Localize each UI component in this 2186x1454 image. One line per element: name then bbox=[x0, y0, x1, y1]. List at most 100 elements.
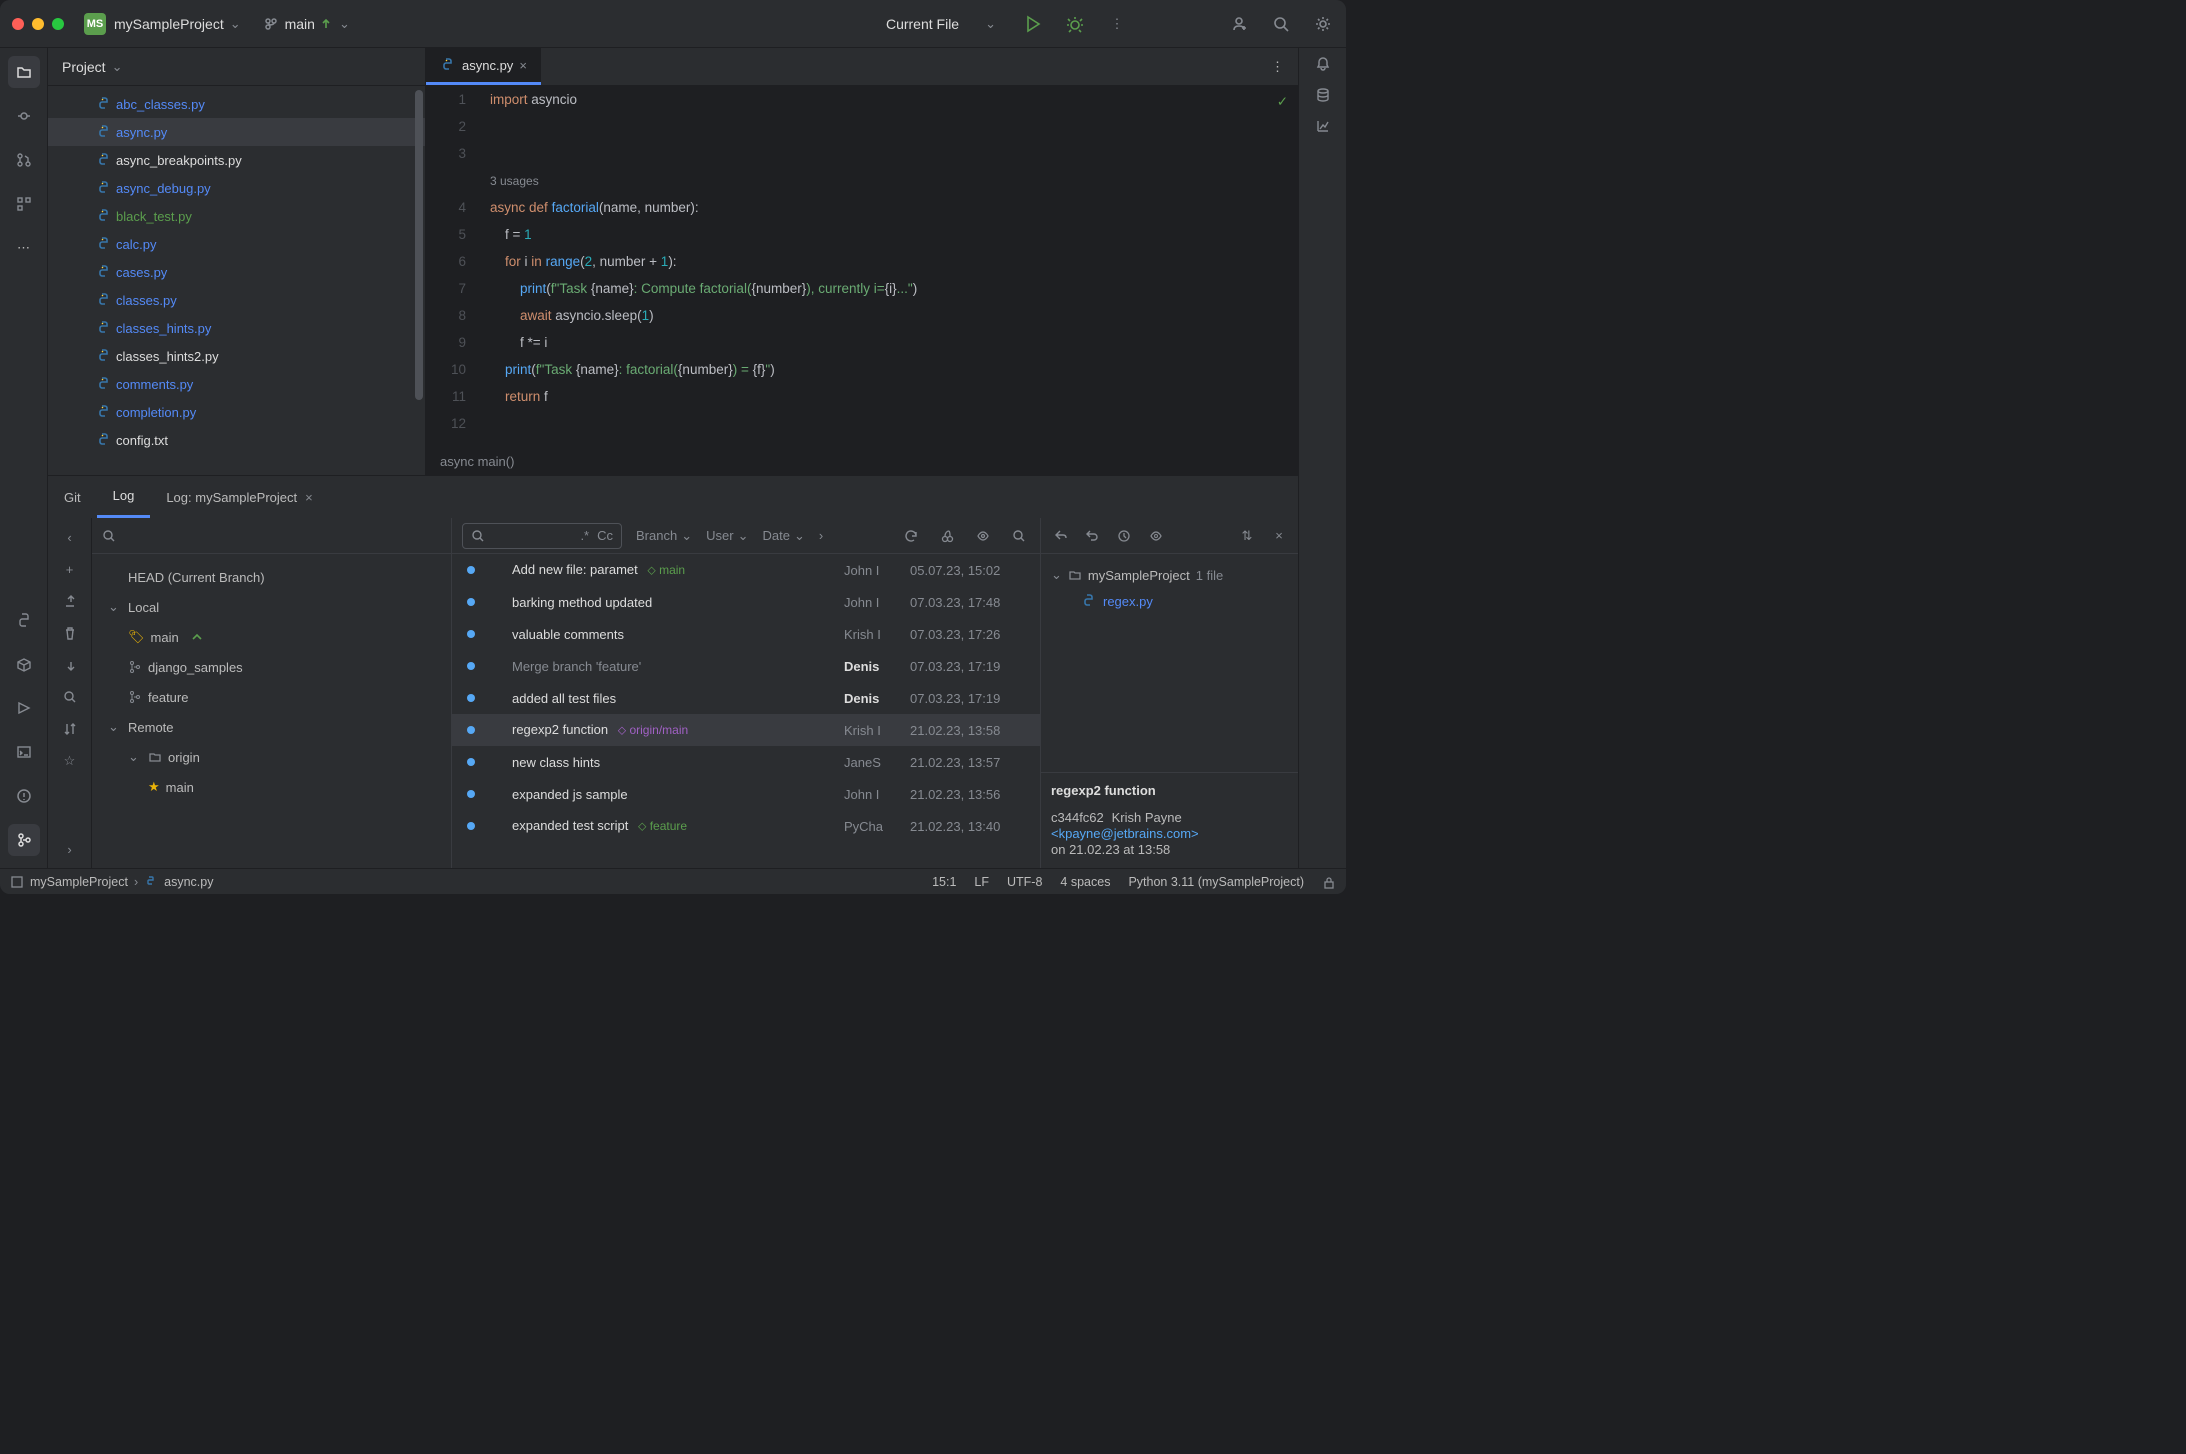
push-arrow-icon[interactable] bbox=[319, 17, 333, 31]
statusbar-file[interactable]: async.py bbox=[164, 875, 213, 889]
problems-tool-button[interactable] bbox=[8, 780, 40, 812]
editor-tab-async[interactable]: async.py × bbox=[426, 48, 541, 85]
structure-tool-button[interactable] bbox=[8, 188, 40, 220]
branch-search-icon[interactable] bbox=[102, 529, 116, 543]
close-tab-icon[interactable]: × bbox=[519, 58, 527, 73]
case-toggle[interactable]: Cc bbox=[597, 528, 613, 543]
window-close[interactable] bbox=[12, 18, 24, 30]
git-compare-icon[interactable] bbox=[59, 718, 81, 740]
user-filter[interactable]: User ⌄ bbox=[706, 528, 748, 544]
python-console-button[interactable] bbox=[8, 604, 40, 636]
commit-row[interactable]: regexp2 function ⬦ origin/main Krish I 2… bbox=[452, 714, 1040, 746]
tree-item[interactable]: classes_hints.py bbox=[48, 314, 425, 342]
git-tool-button[interactable] bbox=[8, 824, 40, 856]
revert-icon[interactable] bbox=[1081, 525, 1103, 547]
project-scrollbar[interactable] bbox=[415, 90, 423, 400]
commit-row[interactable]: valuable comments Krish I 07.03.23, 17:2… bbox=[452, 618, 1040, 650]
remote-main-branch[interactable]: ★main bbox=[92, 772, 451, 802]
commit-log-list[interactable]: Add new file: paramet ⬦ main John I 05.0… bbox=[452, 554, 1040, 868]
history-icon[interactable] bbox=[1113, 525, 1135, 547]
inspection-ok-icon[interactable]: ✓ bbox=[1277, 94, 1288, 110]
tree-item[interactable]: classes_hints2.py bbox=[48, 342, 425, 370]
window-maximize[interactable] bbox=[52, 18, 64, 30]
tree-item[interactable]: completion.py bbox=[48, 398, 425, 426]
caret-position[interactable]: 15:1 bbox=[932, 875, 956, 889]
project-chevron-icon[interactable]: ⌄ bbox=[230, 16, 241, 32]
services-tool-button[interactable] bbox=[8, 692, 40, 724]
remote-origin[interactable]: ⌄ origin bbox=[92, 742, 451, 772]
editor-breadcrumb[interactable]: async main() bbox=[426, 447, 1298, 475]
commit-row[interactable]: expanded test script ⬦ feature PyCha 21.… bbox=[452, 810, 1040, 842]
git-fetch-icon[interactable] bbox=[59, 654, 81, 676]
commit-row[interactable]: added all test files Denis 07.03.23, 17:… bbox=[452, 682, 1040, 714]
cherry-pick-icon[interactable] bbox=[936, 525, 958, 547]
remote-branches-group[interactable]: ⌄Remote bbox=[92, 712, 451, 742]
lock-icon[interactable] bbox=[1322, 875, 1336, 889]
commit-tool-button[interactable] bbox=[8, 100, 40, 132]
project-name[interactable]: mySampleProject bbox=[114, 16, 224, 32]
branch-name[interactable]: main bbox=[285, 16, 315, 32]
window-minimize[interactable] bbox=[32, 18, 44, 30]
code-with-me-icon[interactable] bbox=[1228, 13, 1250, 35]
notifications-button[interactable] bbox=[1315, 56, 1331, 75]
head-branch-item[interactable]: HEAD (Current Branch) bbox=[92, 562, 451, 592]
tree-item[interactable]: comments.py bbox=[48, 370, 425, 398]
preview-diff-icon[interactable] bbox=[1145, 525, 1167, 547]
git-find-icon[interactable] bbox=[59, 686, 81, 708]
sciview-tool-button[interactable] bbox=[1315, 118, 1331, 137]
expand-all-icon[interactable]: ⇅ bbox=[1236, 525, 1258, 547]
git-favorite-icon[interactable]: ☆ bbox=[59, 750, 81, 772]
commit-row[interactable]: Add new file: paramet ⬦ main John I 05.0… bbox=[452, 554, 1040, 586]
commit-row[interactable]: barking method updated John I 07.03.23, … bbox=[452, 586, 1040, 618]
statusbar-project[interactable]: mySampleProject bbox=[30, 875, 128, 889]
settings-icon[interactable] bbox=[1312, 13, 1334, 35]
editor-body[interactable]: 123456789101112 import asyncio 3 usages … bbox=[426, 86, 1298, 447]
tree-item[interactable]: abc_classes.py bbox=[48, 90, 425, 118]
editor-tabs-more-icon[interactable]: ⋮ bbox=[1257, 48, 1298, 85]
database-tool-button[interactable] bbox=[1315, 87, 1331, 106]
search-everywhere-icon[interactable] bbox=[1270, 13, 1292, 35]
project-view-chevron-icon[interactable]: ⌄ bbox=[112, 59, 123, 75]
branch-feature[interactable]: feature bbox=[92, 682, 451, 712]
local-branches-group[interactable]: ⌄Local bbox=[92, 592, 451, 622]
run-config-chevron-icon[interactable]: ⌄ bbox=[985, 16, 996, 32]
log-search-input[interactable]: .* Cc bbox=[462, 523, 622, 549]
commit-row[interactable]: Merge branch 'feature' Denis 07.03.23, 1… bbox=[452, 650, 1040, 682]
tree-item[interactable]: classes.py bbox=[48, 286, 425, 314]
usages-hint[interactable]: 3 usages bbox=[490, 174, 539, 188]
commit-row[interactable]: expanded js sample John I 21.02.23, 13:5… bbox=[452, 778, 1040, 810]
project-tree[interactable]: abc_classes.pyasync.pyasync_breakpoints.… bbox=[48, 86, 425, 475]
detail-file-row[interactable]: regex.py bbox=[1051, 588, 1288, 614]
refresh-log-icon[interactable] bbox=[900, 525, 922, 547]
branch-main[interactable]: 🏷main bbox=[92, 622, 451, 652]
git-add-icon[interactable]: + bbox=[59, 558, 81, 580]
more-filters-icon[interactable]: › bbox=[819, 528, 823, 543]
git-delete-icon[interactable] bbox=[59, 622, 81, 644]
git-tab-git[interactable]: Git bbox=[48, 476, 97, 518]
python-interpreter[interactable]: Python 3.11 (mySampleProject) bbox=[1128, 875, 1304, 889]
tree-item[interactable]: async_breakpoints.py bbox=[48, 146, 425, 174]
git-tab-log-project[interactable]: Log: mySampleProject × bbox=[150, 476, 328, 518]
terminal-tool-button[interactable] bbox=[8, 736, 40, 768]
debug-button[interactable] bbox=[1064, 13, 1086, 35]
close-detail-icon[interactable]: × bbox=[1268, 525, 1290, 547]
date-filter[interactable]: Date ⌄ bbox=[762, 528, 804, 544]
line-separator[interactable]: LF bbox=[974, 875, 989, 889]
log-find-icon[interactable] bbox=[1008, 525, 1030, 547]
tree-item[interactable]: async.py bbox=[48, 118, 425, 146]
branch-filter[interactable]: Branch ⌄ bbox=[636, 528, 692, 544]
close-log-tab-icon[interactable]: × bbox=[305, 490, 313, 505]
file-encoding[interactable]: UTF-8 bbox=[1007, 875, 1042, 889]
git-update-icon[interactable] bbox=[59, 590, 81, 612]
run-button[interactable] bbox=[1022, 13, 1044, 35]
more-actions-icon[interactable]: ⋮ bbox=[1106, 13, 1128, 35]
tree-item[interactable]: cases.py bbox=[48, 258, 425, 286]
go-to-source-icon[interactable] bbox=[1049, 525, 1071, 547]
commit-row[interactable]: new class hints JaneS 21.02.23, 13:57 bbox=[452, 746, 1040, 778]
tree-item[interactable]: calc.py bbox=[48, 230, 425, 258]
run-config-selector[interactable]: Current File bbox=[886, 16, 959, 32]
view-options-icon[interactable] bbox=[972, 525, 994, 547]
git-tab-log[interactable]: Log bbox=[97, 476, 151, 518]
branch-chevron-icon[interactable]: ⌄ bbox=[339, 16, 350, 32]
tree-item[interactable]: black_test.py bbox=[48, 202, 425, 230]
